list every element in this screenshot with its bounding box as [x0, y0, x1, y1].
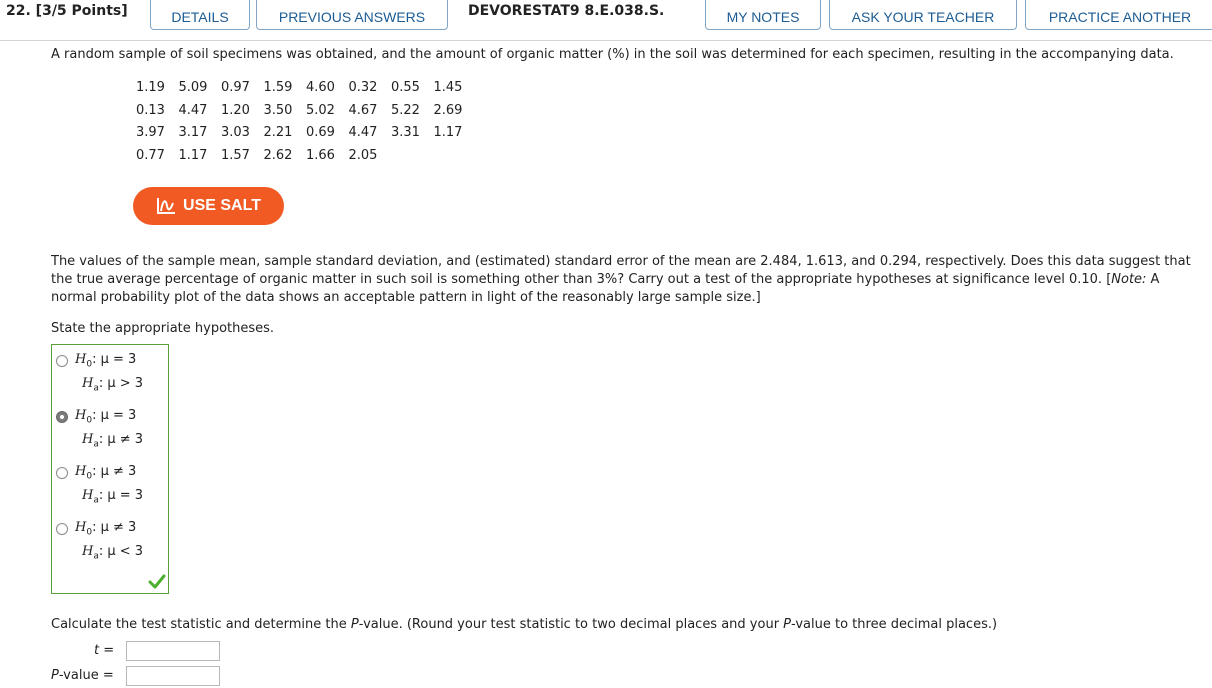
data-value: 4.47: [178, 102, 208, 118]
h0-text: : μ ≠ 3: [92, 520, 137, 535]
checkmark-icon: [148, 574, 166, 589]
data-table: 1.19 5.09 0.97 1.59 4.60 0.32 0.55 1.45 0.13 4.4…: [136, 80, 476, 170]
data-value: 2.21: [263, 125, 293, 140]
data-value: 0.55: [391, 80, 420, 95]
h0-text: : μ = 3: [92, 352, 137, 367]
data-value: 1.17: [433, 125, 463, 140]
note-label: Note:: [1111, 272, 1147, 287]
data-value: 3.31: [391, 125, 420, 140]
state-hypotheses-prompt: State the appropriate hypotheses.: [51, 321, 275, 336]
data-value: 5.22: [391, 102, 420, 118]
data-row: 0.13 4.47 1.20 3.50 5.02 4.67 5.22 2.69: [136, 103, 476, 126]
use-salt-button[interactable]: USE SALT: [133, 187, 284, 225]
p-value-input[interactable]: [126, 666, 220, 686]
prompt-text: Calculate the test statistic and determi…: [51, 617, 351, 632]
h-symbol: H: [75, 464, 87, 479]
data-row: 3.97 3.17 3.03 2.21 0.69 4.47 3.31 1.17: [136, 125, 476, 148]
calculate-prompt: Calculate the test statistic and determi…: [51, 616, 997, 634]
ha-line: Ha: μ < 3: [82, 544, 143, 562]
problem-paragraph-line-1: The values of the sample mean, sample st…: [51, 254, 1191, 269]
h-symbol: H: [82, 544, 94, 559]
tab-previous-answers[interactable]: PREVIOUS ANSWERS: [256, 0, 448, 30]
data-value: 0.69: [306, 125, 335, 140]
data-value: 1.45: [433, 80, 463, 95]
p-italic: P: [51, 668, 59, 683]
data-value: 0.77: [136, 147, 165, 163]
data-value: 3.17: [178, 125, 208, 140]
question-header: 22. [3/5 Points] DETAILS PREVIOUS ANSWER…: [0, 0, 1212, 41]
h0-line: H0: μ = 3: [75, 408, 136, 426]
data-value: 1.19: [136, 80, 165, 95]
data-value: 3.50: [263, 102, 293, 118]
ha-text: : μ = 3: [98, 488, 144, 503]
radio-button-selected[interactable]: [56, 411, 68, 423]
data-value: 2.69: [433, 102, 463, 118]
radio-button[interactable]: [56, 523, 68, 535]
radio-button[interactable]: [56, 467, 68, 479]
data-value: 4.67: [348, 102, 378, 118]
salt-button-label: USE SALT: [183, 197, 261, 214]
h0-line: H0: μ ≠ 3: [75, 520, 136, 538]
tab-practice-another[interactable]: PRACTICE ANOTHER: [1025, 0, 1212, 30]
h-symbol: H: [75, 352, 87, 367]
data-value: 0.13: [136, 102, 165, 118]
data-value: 0.97: [221, 80, 250, 95]
tab-my-notes[interactable]: MY NOTES: [705, 0, 821, 30]
problem-paragraph-line-3: normal probability plot of the data show…: [51, 290, 761, 305]
data-value: 1.17: [178, 147, 208, 163]
h0-text: : μ = 3: [92, 408, 137, 423]
data-value: 3.03: [221, 125, 250, 140]
problem-intro: A random sample of soil specimens was ob…: [51, 47, 1174, 62]
h-symbol: H: [75, 408, 87, 423]
ha-line: Ha: μ = 3: [82, 488, 143, 506]
tab-ask-your-teacher[interactable]: ASK YOUR TEACHER: [829, 0, 1017, 30]
data-value: 0.32: [348, 80, 378, 95]
data-value: 1.20: [221, 102, 250, 118]
h-symbol: H: [75, 520, 87, 535]
radio-button[interactable]: [56, 355, 68, 367]
t-label-text: t =: [94, 643, 115, 658]
data-value: 4.60: [306, 80, 335, 95]
h0-text: : μ ≠ 3: [92, 464, 137, 479]
problem-paragraph-line-2: the true average percentage of organic m…: [51, 271, 1159, 289]
prompt-italic: P: [783, 617, 792, 632]
data-row: 0.77 1.17 1.57 2.62 1.66 2.05: [136, 148, 476, 171]
note-tail: A: [1146, 272, 1160, 287]
data-value: 2.05: [348, 147, 378, 163]
problem-code: DEVORESTAT9 8.E.038.S.: [468, 3, 665, 19]
tab-details[interactable]: DETAILS: [150, 0, 250, 30]
h-symbol: H: [82, 488, 94, 503]
h-symbol: H: [82, 376, 94, 391]
prompt-text: -value. (Round your test statistic to tw…: [358, 617, 784, 632]
hypotheses-choices: H0: μ = 3 Ha: μ > 3 H0: μ = 3 Ha: μ ≠ 3 …: [51, 344, 169, 594]
ha-line: Ha: μ ≠ 3: [82, 432, 143, 450]
data-value: 1.59: [263, 80, 293, 95]
p-value-label: P-value =: [51, 668, 114, 683]
data-value: 1.57: [221, 147, 250, 163]
question-number: 22. [3/5 Points]: [6, 3, 128, 19]
data-value: 5.09: [178, 80, 208, 95]
h-symbol: H: [82, 432, 94, 447]
h0-line: H0: μ = 3: [75, 352, 136, 370]
data-value: 1.66: [306, 147, 335, 163]
data-value: 3.97: [136, 125, 165, 140]
p-value-label-text: -value =: [58, 668, 114, 683]
paragraph-text: the true average percentage of organic m…: [51, 272, 1112, 287]
ha-text: : μ < 3: [98, 544, 144, 559]
t-statistic-input[interactable]: [126, 641, 220, 661]
salt-graph-icon: [157, 198, 176, 214]
data-row: 1.19 5.09 0.97 1.59 4.60 0.32 0.55 1.45: [136, 80, 476, 103]
prompt-text: -value to three decimal places.): [791, 617, 998, 632]
data-value: 2.62: [263, 147, 293, 163]
prompt-italic: P: [350, 617, 359, 632]
data-value: 4.47: [348, 125, 378, 140]
ha-line: Ha: μ > 3: [82, 376, 143, 394]
ha-text: : μ ≠ 3: [98, 432, 144, 447]
t-label: t =: [94, 643, 114, 658]
h0-line: H0: μ ≠ 3: [75, 464, 136, 482]
ha-text: : μ > 3: [98, 376, 144, 391]
data-value: 5.02: [306, 102, 335, 118]
